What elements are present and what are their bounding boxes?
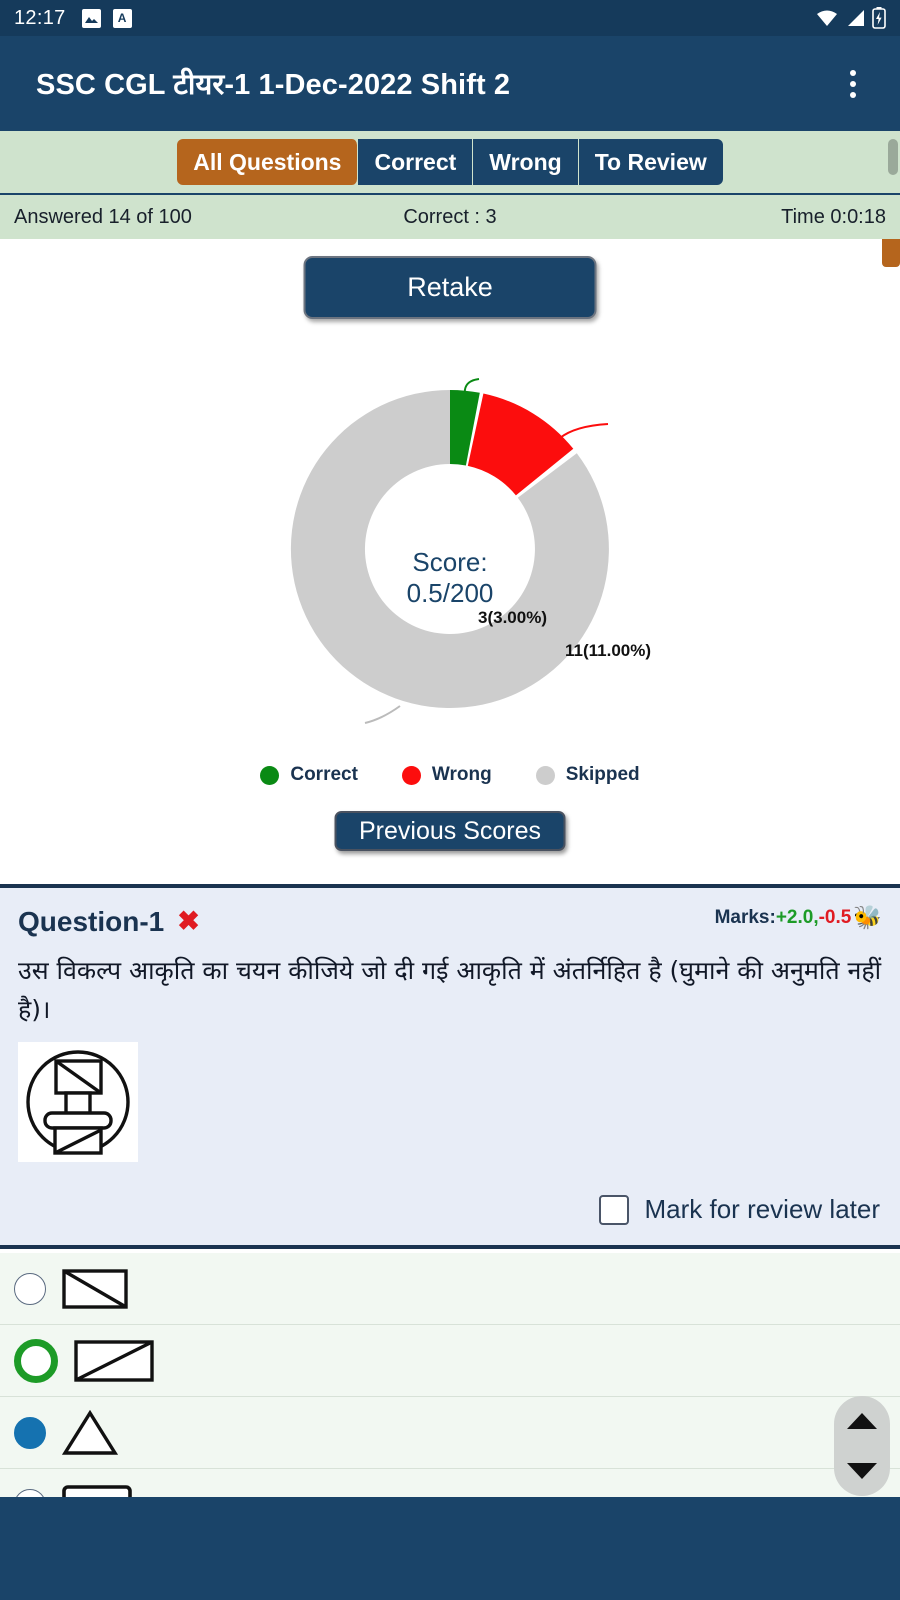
question-figure (18, 1041, 138, 1162)
mark-for-review-row[interactable]: Mark for review later (598, 1194, 881, 1225)
marks-positive: +2.0, (775, 906, 819, 928)
translate-icon: A (112, 8, 132, 28)
battery-charging-icon (872, 7, 886, 29)
bug-report-icon[interactable]: 🐝 (853, 906, 882, 929)
filter-tabs: All Questions Correct Wrong To Review (177, 139, 723, 185)
option-radio-2[interactable] (14, 1338, 58, 1383)
mark-for-review-checkbox[interactable] (598, 1194, 629, 1225)
legend-dot-correct-icon (260, 765, 280, 785)
option-row-2[interactable] (0, 1325, 900, 1397)
tab-all-questions[interactable]: All Questions (177, 139, 359, 185)
previous-scores-button[interactable]: Previous Scores (334, 811, 566, 851)
question-card: Question-1 ✖ Marks: +2.0, -0.5 🐝 उस विकल्प… (0, 884, 900, 1249)
option-row-1[interactable] (0, 1253, 900, 1325)
options-scroll-control[interactable] (834, 1396, 890, 1496)
option-row-3[interactable] (0, 1397, 900, 1469)
legend-item-skipped: Skipped (535, 764, 640, 786)
option-figure-2 (74, 1338, 154, 1384)
chart-legend: Correct Wrong Skipped (0, 764, 900, 786)
legend-label-wrong: Wrong (431, 764, 492, 785)
tab-to-review[interactable]: To Review (578, 139, 723, 185)
filter-tab-bar: All Questions Correct Wrong To Review (0, 131, 900, 193)
option-radio-1[interactable] (14, 1272, 46, 1305)
status-bar-system-icons (816, 7, 886, 29)
elapsed-time: Time 0:0:18 (781, 205, 886, 228)
bottom-navigation-bar (0, 1497, 900, 1600)
signal-icon (848, 10, 864, 26)
legend-label-correct: Correct (290, 764, 358, 785)
option-radio-3[interactable] (14, 1416, 46, 1449)
chart-label-wrong: 11(11.00%) (565, 641, 652, 660)
legend-label-skipped: Skipped (565, 764, 640, 785)
marks-negative: -0.5 (818, 906, 852, 928)
tab-wrong[interactable]: Wrong (473, 139, 579, 185)
legend-dot-skipped-icon (535, 765, 555, 785)
leader-line-wrong (559, 423, 609, 439)
correct-count: Correct : 3 (403, 205, 497, 228)
page-title: SSC CGL टीयर-1 1-Dec-2022 Shift 2 (36, 69, 511, 101)
circle-with-embedded-shapes-figure (26, 1049, 130, 1155)
legend-item-correct: Correct (260, 764, 358, 786)
status-bar: 12:17 A (0, 0, 900, 36)
chart-label-correct: 3(3.00%) (478, 608, 547, 627)
retake-button[interactable]: Retake (303, 256, 597, 319)
tab-scrollbar[interactable] (888, 139, 898, 175)
mark-for-review-label: Mark for review later (644, 1194, 881, 1224)
wifi-icon (817, 10, 837, 26)
summary-bar: Answered 14 of 100 Correct : 3 Time 0:0:… (0, 193, 900, 239)
rectangle-with-up-diagonal-icon (74, 1339, 154, 1382)
legend-dot-wrong-icon (401, 765, 421, 785)
question-number: Question-1 (18, 906, 165, 937)
triangle-icon (62, 1409, 118, 1455)
question-text: उस विकल्प आकृति का चयन कीजिये जो दी गई आ… (18, 956, 882, 1024)
result-summary-pane: Retake Score: 0.5/200 3(3.00%) 11(11.00%… (0, 239, 900, 884)
app-bar: SSC CGL टीयर-1 1-Dec-2022 Shift 2 (0, 36, 900, 131)
score-donut-chart: Score: 0.5/200 (0, 354, 900, 754)
legend-item-wrong: Wrong (401, 764, 492, 786)
image-icon (81, 8, 101, 28)
app-screen: 12:17 A SSC CGL टीयर-1 1-Dec-2022 Shift … (0, 0, 900, 1600)
tab-correct[interactable]: Correct (358, 139, 474, 185)
rectangle-with-down-diagonal-icon (62, 1268, 128, 1309)
overflow-menu-icon[interactable] (842, 62, 864, 106)
arrow-up-icon[interactable] (847, 1413, 877, 1429)
option-figure-3 (62, 1409, 142, 1456)
status-bar-notification-icons: A (81, 8, 132, 28)
status-bar-clock: 12:17 (14, 6, 66, 29)
wrong-cross-icon: ✖ (177, 906, 200, 936)
leader-line-skipped (364, 705, 401, 724)
donut-svg (290, 378, 609, 724)
arrow-down-icon[interactable] (847, 1463, 877, 1479)
question-header: Question-1 ✖ Marks: +2.0, -0.5 🐝 (18, 906, 882, 938)
option-figure-1 (62, 1266, 142, 1312)
marks-label: Marks: (714, 906, 776, 928)
marks-info: Marks: +2.0, -0.5 🐝 (715, 906, 882, 929)
result-scrollbar[interactable] (882, 239, 900, 267)
